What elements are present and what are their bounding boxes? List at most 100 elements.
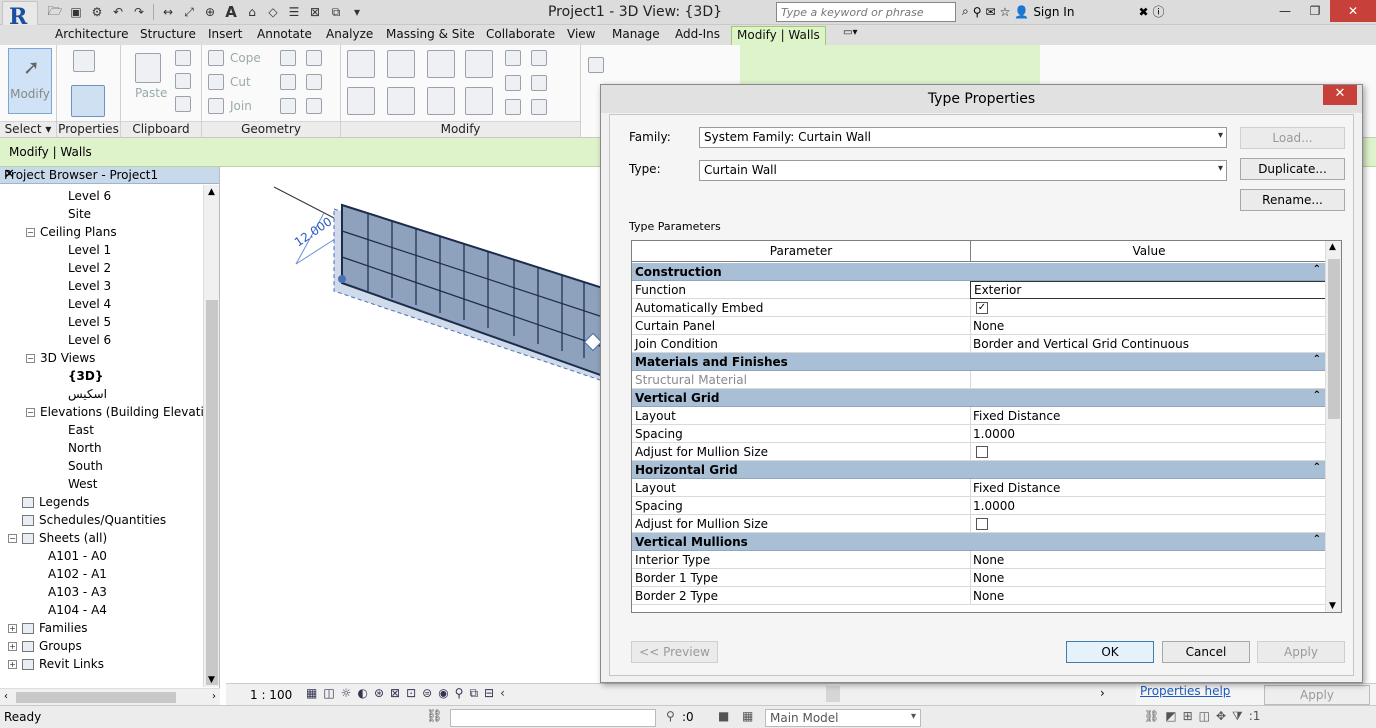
align-icon[interactable]	[347, 50, 375, 78]
tree-node[interactable]: Level 5	[68, 313, 111, 331]
exchange-icon[interactable]: ✖	[1138, 5, 1148, 19]
sign-in-link[interactable]: Sign In	[1033, 5, 1074, 19]
subscription-icon[interactable]: ⚲	[973, 5, 982, 19]
help-icon[interactable]: ⓘ	[1153, 3, 1165, 20]
parameter-row[interactable]: Automatically Embed ✓	[632, 299, 1327, 317]
join-icon[interactable]	[208, 98, 224, 114]
trim-extend-icon[interactable]	[465, 87, 493, 115]
switch-windows-icon[interactable]: ⧉	[327, 4, 345, 21]
array-icon[interactable]	[505, 75, 521, 91]
tree-node[interactable]: − Sheets (all)	[8, 529, 107, 547]
parameter-value[interactable]: 1.0000	[973, 499, 1015, 513]
mirror-draw-icon[interactable]	[465, 50, 493, 78]
analytical-icon[interactable]: ⧉	[469, 686, 478, 701]
parameter-row[interactable]: Layout Fixed Distance	[632, 479, 1327, 497]
3d-view-canvas[interactable]: 12.000	[226, 167, 607, 683]
scroll-down-icon[interactable]: ▼	[1329, 601, 1336, 611]
thin-lines-icon[interactable]: ☰	[285, 4, 303, 21]
save-icon[interactable]: ▣	[67, 4, 85, 21]
tree-node[interactable]: Level 6	[68, 187, 111, 205]
design-options-icon-2[interactable]: ▦	[742, 709, 753, 723]
parameter-row[interactable]: Adjust for Mullion Size	[632, 515, 1327, 533]
copy-element-icon[interactable]	[387, 87, 415, 115]
search-input[interactable]: Type a keyword or phrase	[776, 2, 956, 22]
filter-icon[interactable]: ⧩	[1232, 709, 1243, 724]
tree-node[interactable]: − Elevations (Building Elevation	[26, 403, 203, 421]
close-icon[interactable]: ✕	[4, 167, 214, 182]
parameter-row[interactable]: Layout Fixed Distance	[632, 407, 1327, 425]
load-button[interactable]: Load...	[1240, 127, 1345, 149]
close-window-icon[interactable]: ✕	[1330, 0, 1376, 22]
parameter-group-row[interactable]: Materials and Finishes ⌃	[632, 353, 1327, 371]
tab-add-ins[interactable]: Add-Ins	[675, 26, 720, 45]
undo-icon[interactable]: ↶	[109, 4, 127, 21]
parameter-row[interactable]: Border 2 Type None	[632, 587, 1327, 605]
demolish-icon[interactable]	[306, 74, 322, 90]
parameter-row[interactable]: Spacing 1.0000	[632, 425, 1327, 443]
join-label[interactable]: Join	[230, 99, 252, 113]
expand-icon[interactable]: +	[8, 659, 17, 669]
parameter-group-row[interactable]: Vertical Grid ⌃	[632, 389, 1327, 407]
scroll-down-icon[interactable]: ▼	[208, 675, 215, 685]
tree-node[interactable]: A104 - A4	[48, 601, 107, 619]
tag-icon[interactable]: ⊕	[201, 4, 219, 21]
tree-node[interactable]: Site	[68, 205, 91, 223]
close-hidden-icon[interactable]: ⊠	[306, 4, 324, 21]
parameter-row[interactable]: Function Exterior	[632, 281, 1327, 299]
parameter-group-row[interactable]: Construction ⌃	[632, 263, 1327, 281]
tree-node[interactable]: A103 - A3	[48, 583, 107, 601]
project-browser-hscrollbar[interactable]: ‹ ›	[0, 688, 220, 705]
paint-icon[interactable]	[306, 50, 322, 66]
view-hide-icon[interactable]	[588, 57, 604, 73]
tab-view[interactable]: View	[567, 26, 595, 45]
tree-node[interactable]: Legends	[8, 493, 89, 511]
parameter-row[interactable]: Structural Material	[632, 371, 1327, 389]
ribbon-minimize-icon[interactable]: ▭▾	[843, 26, 857, 45]
rotate-icon[interactable]	[427, 87, 455, 115]
scroll-up-icon[interactable]: ▲	[208, 187, 215, 197]
grid-scrollbar-thumb[interactable]	[1328, 259, 1340, 419]
match-properties-icon[interactable]	[175, 96, 191, 112]
collapse-icon[interactable]: −	[26, 407, 35, 417]
parameter-group-row[interactable]: Horizontal Grid ⌃	[632, 461, 1327, 479]
parameter-group-row[interactable]: Vertical Mullions ⌃	[632, 533, 1327, 551]
split-icon[interactable]	[505, 50, 521, 66]
parameter-value[interactable]: 1.0000	[973, 427, 1015, 441]
tree-node[interactable]: + Revit Links	[8, 655, 104, 673]
parameter-value[interactable]: None	[973, 553, 1004, 567]
detail-level-icon[interactable]: ▦	[306, 686, 317, 701]
tree-node[interactable]: South	[68, 457, 103, 475]
project-browser-scrollbar[interactable]: ▲ ▼	[203, 185, 219, 687]
parameter-value[interactable]: Border and Vertical Grid Continuous	[973, 337, 1189, 351]
duplicate-button[interactable]: Duplicate...	[1240, 158, 1345, 180]
cut-label[interactable]: Cut	[230, 75, 251, 89]
tree-node[interactable]: Level 4	[68, 295, 111, 313]
tree-node[interactable]: {3D}	[68, 367, 103, 385]
parameter-checkbox[interactable]: ✓	[976, 302, 988, 314]
tab-analyze[interactable]: Analyze	[326, 26, 373, 45]
ok-button[interactable]: OK	[1066, 641, 1154, 663]
render-icon[interactable]: ⊛	[374, 686, 384, 701]
minimize-icon[interactable]: —	[1270, 0, 1300, 22]
remove-paint-icon[interactable]	[280, 98, 296, 114]
scroll-up-icon[interactable]: ▲	[1329, 242, 1336, 252]
drag-elements-icon[interactable]: ✥	[1216, 709, 1226, 724]
split-face-icon[interactable]	[280, 50, 296, 66]
apply-button[interactable]: Apply	[1257, 641, 1345, 663]
tree-node[interactable]: Schedules/Quantities	[8, 511, 166, 529]
shadows-icon[interactable]: ◐	[357, 686, 367, 701]
customize-qat-icon[interactable]: ▾	[348, 4, 366, 21]
restore-icon[interactable]: ❐	[1300, 0, 1330, 22]
expand-icon[interactable]: +	[8, 623, 17, 633]
move-icon[interactable]	[347, 87, 375, 115]
rename-button[interactable]: Rename...	[1240, 189, 1345, 211]
collapse-icon[interactable]: −	[26, 227, 35, 237]
cancel-button[interactable]: Cancel	[1162, 641, 1250, 663]
copy-icon[interactable]	[175, 73, 191, 89]
grid-scrollbar[interactable]: ▲ ▼	[1325, 241, 1341, 612]
tab-massing-site[interactable]: Massing & Site	[386, 26, 475, 45]
temp-hide-icon[interactable]: ◉	[438, 686, 448, 701]
tree-node[interactable]: Level 3	[68, 277, 111, 295]
binoculars-icon[interactable]: ⌕	[962, 4, 969, 19]
mirror-axis-icon[interactable]	[427, 50, 455, 78]
